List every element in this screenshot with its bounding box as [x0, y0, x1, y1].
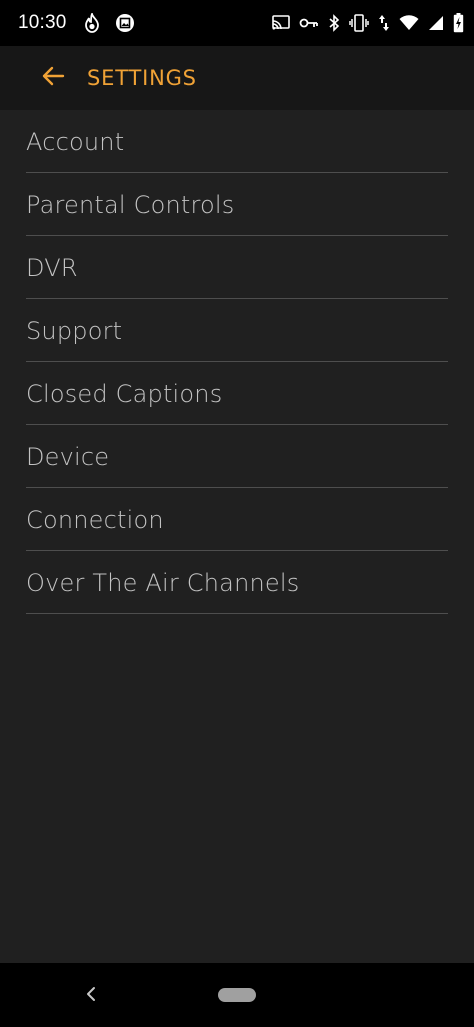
status-right-icons: [272, 13, 464, 33]
vpn-key-icon: [299, 17, 319, 29]
page-title: SETTINGS: [87, 66, 197, 90]
menu-item-support[interactable]: Support: [26, 299, 448, 362]
menu-item-label: Account: [26, 128, 125, 156]
menu-item-label: Over The Air Channels: [26, 569, 300, 597]
bluetooth-icon: [328, 14, 340, 32]
menu-item-label: Support: [26, 317, 123, 345]
cast-icon: [272, 15, 290, 31]
menu-item-account[interactable]: Account: [26, 110, 448, 173]
nav-back-button[interactable]: [76, 983, 106, 1009]
wifi-icon: [399, 15, 419, 31]
menu-item-dvr[interactable]: DVR: [26, 236, 448, 299]
home-pill-icon[interactable]: [218, 988, 256, 1002]
menu-item-device[interactable]: Device: [26, 425, 448, 488]
menu-item-connection[interactable]: Connection: [26, 488, 448, 551]
menu-item-over-the-air-channels[interactable]: Over The Air Channels: [26, 551, 448, 614]
battery-charging-icon: [453, 13, 464, 33]
status-left-icons: [83, 13, 135, 33]
status-bar: 10:30: [0, 0, 474, 46]
flame-icon: [83, 13, 101, 33]
menu-item-label: DVR: [26, 254, 78, 282]
system-nav-bar: [0, 963, 474, 1027]
arrow-left-icon: [41, 66, 65, 90]
menu-item-label: Parental Controls: [26, 191, 235, 219]
app-header: SETTINGS: [0, 46, 474, 110]
menu-item-label: Device: [26, 443, 110, 471]
vibrate-icon: [349, 14, 369, 32]
menu-item-label: Closed Captions: [26, 380, 223, 408]
back-button[interactable]: [33, 58, 73, 98]
status-time: 10:30: [18, 12, 67, 33]
menu-item-label: Connection: [26, 506, 164, 534]
settings-menu: Account Parental Controls DVR Support Cl…: [26, 110, 448, 614]
data-arrows-icon: [378, 14, 390, 32]
photo-frame-icon: [115, 13, 135, 33]
chevron-left-icon: [85, 985, 97, 1007]
menu-item-parental-controls[interactable]: Parental Controls: [26, 173, 448, 236]
signal-icon: [428, 15, 444, 31]
menu-item-closed-captions[interactable]: Closed Captions: [26, 362, 448, 425]
